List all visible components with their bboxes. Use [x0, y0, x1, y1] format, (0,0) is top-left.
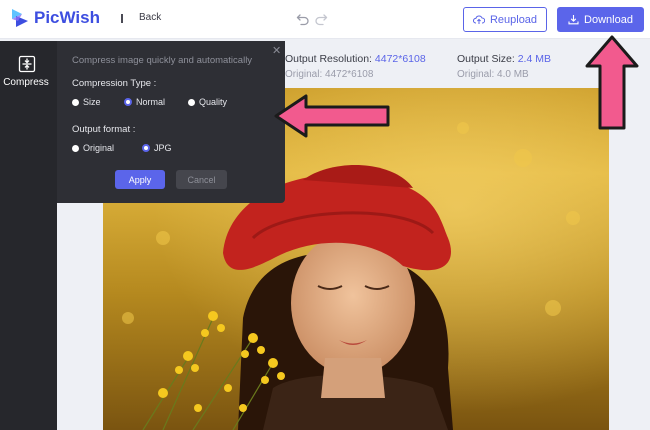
radio-label: JPG [154, 143, 172, 153]
close-icon[interactable]: ✕ [272, 44, 281, 57]
undo-icon[interactable] [296, 12, 310, 26]
sidebar-item-label: Compress [3, 77, 49, 88]
picwish-logo-icon [12, 9, 28, 27]
output-size-label: Output Size: [457, 53, 515, 65]
output-resolution-value: 4472*6108 [374, 53, 426, 65]
download-label: Download [584, 13, 633, 26]
radio-compression-normal[interactable]: Normal [124, 97, 165, 107]
output-size: Output Size: 2.4 MB [457, 53, 551, 65]
tool-sidebar: Compress [0, 41, 57, 430]
original-resolution: Original: 4472*6108 [285, 69, 374, 80]
panel-subtitle: Compress image quickly and automatically [72, 55, 253, 66]
original-size: Original: 4.0 MB [457, 69, 529, 80]
reupload-label: Reupload [489, 13, 538, 26]
output-resolution: Output Resolution: 4472*6108 [285, 53, 426, 65]
annotation-arrow-left-icon [274, 94, 390, 138]
radio-label: Normal [136, 97, 166, 107]
redo-icon[interactable] [314, 12, 328, 26]
upload-cloud-icon [472, 15, 485, 24]
sidebar-item-compress[interactable]: Compress [0, 41, 57, 101]
output-size-value: 2.4 MB [517, 53, 551, 65]
apply-button[interactable]: Apply [115, 170, 165, 189]
radio-label: Original [83, 143, 115, 153]
cancel-button: Cancel [176, 170, 227, 189]
compress-panel: ✕ Compress image quickly and automatical… [57, 41, 285, 203]
back-button[interactable]: Back [139, 12, 161, 23]
radio-indicator-selected [142, 144, 150, 152]
top-toolbar: PicWish Back Reupload Download [0, 0, 650, 39]
radio-format-jpg[interactable]: JPG [142, 143, 172, 153]
radio-indicator [72, 144, 79, 152]
header-divider [121, 14, 123, 23]
brand-name: PicWish [34, 8, 100, 27]
radio-format-original[interactable]: Original [72, 143, 114, 153]
output-resolution-label: Output Resolution: [285, 53, 372, 65]
reupload-button[interactable]: Reupload [463, 7, 547, 32]
radio-indicator-selected [124, 98, 132, 106]
radio-label: Size [83, 97, 101, 107]
compress-icon [18, 55, 36, 73]
download-button[interactable]: Download [557, 7, 644, 32]
radio-label: Quality [199, 97, 228, 107]
radio-indicator [72, 98, 79, 106]
radio-compression-size[interactable]: Size [72, 97, 101, 107]
compression-type-label: Compression Type : [72, 78, 157, 89]
radio-indicator [188, 98, 195, 106]
output-format-label: Output format : [72, 124, 136, 135]
download-icon [568, 15, 579, 25]
radio-compression-quality[interactable]: Quality [188, 97, 227, 107]
annotation-arrow-up-icon [585, 35, 639, 130]
